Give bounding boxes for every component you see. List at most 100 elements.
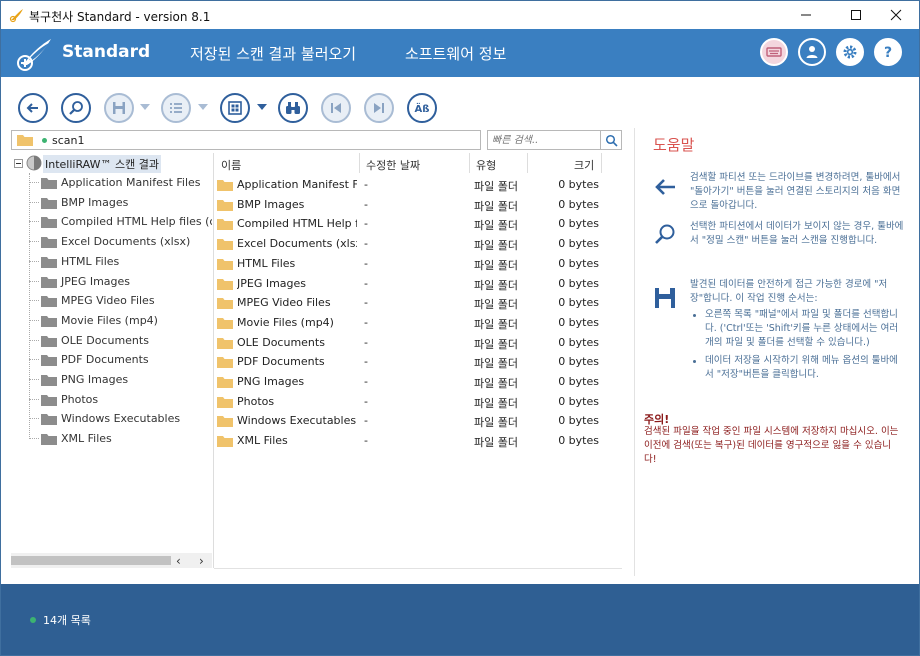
table-row[interactable]: Application Manifest Files- 파일 폴더 0 bytes <box>214 175 622 194</box>
scroll-left-icon[interactable]: ‹ <box>176 554 181 568</box>
nav-software-info[interactable]: 소프트웨어 정보 <box>405 43 506 64</box>
tree-item[interactable]: Compiled HTML Help files (chm) <box>29 212 212 231</box>
tree-item[interactable]: BMP Images <box>29 193 212 212</box>
help-back-block: 검색할 파티션 또는 드라이브를 변경하려면, 툴바에서 "돌아가기" 버튼을 … <box>653 171 905 211</box>
row-date: - <box>364 276 368 290</box>
tree-item-label: Compiled HTML Help files (chm) <box>61 215 212 229</box>
tree-item[interactable]: HTML Files <box>29 252 212 271</box>
tree-item[interactable]: Windows Executables <box>29 409 212 428</box>
folder-icon <box>217 317 233 329</box>
save-button[interactable] <box>104 93 134 123</box>
status-bar: 14개 목록 <box>1 584 919 655</box>
next-button[interactable] <box>364 93 394 123</box>
help-scan-text: 선택한 파티션에서 데이터가 보이지 않는 경우, 툴바에서 "정밀 스캔" 버… <box>690 221 904 246</box>
help-save-steps: 오른쪽 목록 "패널"에서 파일 및 폴더를 선택합니다. ('Ctrl'또는 … <box>693 308 905 386</box>
quick-search-input[interactable] <box>487 130 601 150</box>
column-name[interactable]: 이름 <box>221 157 241 173</box>
tree-item-label: MPEG Video Files <box>61 294 155 308</box>
collapse-toggle[interactable] <box>14 159 23 168</box>
row-date: - <box>364 375 368 388</box>
table-row[interactable]: Compiled HTML Help fil...- 파일 폴더 0 bytes <box>214 214 622 233</box>
back-button[interactable] <box>18 93 48 123</box>
column-date[interactable]: 수정한 날짜 <box>366 157 420 173</box>
row-type: 파일 폴더 <box>474 258 518 272</box>
table-row[interactable]: HTML Files - 파일 폴더 0 bytes <box>214 254 622 273</box>
row-size: 0 bytes <box>558 394 599 408</box>
sort-dropdown-caret[interactable] <box>257 104 267 110</box>
folder-icon <box>217 180 233 191</box>
keyboard-icon <box>766 47 782 57</box>
tree-item[interactable]: OLE Documents <box>29 331 212 350</box>
minimize-button[interactable] <box>783 1 829 29</box>
tree-item[interactable]: Application Manifest Files <box>29 173 212 192</box>
tree-item[interactable]: MPEG Video Files <box>29 291 212 310</box>
tree-item[interactable]: JPEG Images <box>29 272 212 291</box>
encoding-button[interactable]: Äß <box>407 93 437 123</box>
keyboard-button[interactable] <box>760 38 788 66</box>
table-row[interactable]: JPEG Images - 파일 폴더 0 bytes <box>214 274 622 293</box>
row-type: 파일 폴더 <box>474 377 518 390</box>
deep-scan-button[interactable] <box>61 93 91 123</box>
row-name: Windows Executables <box>237 414 357 428</box>
grid-view-button[interactable] <box>220 93 250 123</box>
table-row[interactable]: MPEG Video Files - 파일 폴더 0 bytes <box>214 293 622 312</box>
row-name: Application Manifest Files <box>237 178 357 191</box>
folder-icon <box>41 375 57 386</box>
row-type: 파일 폴더 <box>474 219 518 233</box>
window-title: 복구천사 Standard - version 8.1 <box>29 10 211 24</box>
table-row[interactable]: OLE Documents - 파일 폴더 0 bytes <box>214 333 622 352</box>
tree-horizontal-scrollbar[interactable]: ‹ › <box>11 553 212 568</box>
scroll-right-icon[interactable]: › <box>199 554 204 568</box>
row-size: 0 bytes <box>558 276 599 290</box>
find-button[interactable] <box>278 93 308 123</box>
save-icon <box>655 288 675 308</box>
row-name: PDF Documents <box>237 355 325 369</box>
table-row[interactable]: PDF Documents - 파일 폴더 0 bytes <box>214 352 622 371</box>
tree-item[interactable]: PNG Images <box>29 370 212 389</box>
binoculars-icon <box>286 102 300 114</box>
tree-item[interactable]: Movie Files (mp4) <box>29 311 212 330</box>
table-row[interactable]: Photos - 파일 폴더 0 bytes <box>214 392 622 411</box>
tree-root[interactable]: IntelliRAW™ 스캔 결과 <box>11 153 211 173</box>
tree-item[interactable]: Photos <box>29 390 212 409</box>
nav-load-scan[interactable]: 저장된 스캔 결과 불러오기 <box>190 43 356 64</box>
settings-button[interactable] <box>836 38 864 66</box>
column-type[interactable]: 유형 <box>476 157 496 173</box>
folder-icon <box>217 337 233 349</box>
close-button[interactable] <box>873 1 919 29</box>
tree-item-label: Excel Documents (xlsx) <box>61 235 191 249</box>
view-dropdown-caret[interactable] <box>198 104 208 110</box>
table-row[interactable]: Windows Executables - 파일 폴더 0 bytes <box>214 411 622 430</box>
tree-item[interactable]: XML Files <box>29 429 212 448</box>
close-icon <box>890 9 902 21</box>
user-button[interactable] <box>798 38 826 66</box>
row-type: 파일 폴더 <box>474 317 518 331</box>
list-view-button[interactable] <box>161 93 191 123</box>
previous-button[interactable] <box>321 93 351 123</box>
row-size: 0 bytes <box>558 414 599 428</box>
row-date: - <box>364 178 368 191</box>
tree-item-label: Photos <box>61 392 99 406</box>
folder-icon <box>41 434 57 446</box>
row-size: 0 bytes <box>558 434 599 448</box>
help-button[interactable]: ? <box>874 38 902 66</box>
table-row[interactable]: BMP Images - 파일 폴더 0 bytes <box>214 195 622 214</box>
folder-icon <box>41 237 57 249</box>
table-row[interactable]: Excel Documents (xlsx) - 파일 폴더 0 bytes <box>214 234 622 253</box>
scrollbar-thumb[interactable] <box>11 556 171 565</box>
folder-icon <box>217 278 233 290</box>
column-size[interactable]: 크기 <box>574 157 594 173</box>
tree-item[interactable]: PDF Documents <box>29 350 212 369</box>
folder-icon <box>217 357 233 369</box>
row-size: 0 bytes <box>558 217 599 231</box>
row-date: - <box>364 217 368 231</box>
search-button[interactable] <box>601 130 622 150</box>
path-bar: scan1 <box>11 130 481 150</box>
folder-icon <box>41 414 57 426</box>
tree-item[interactable]: Excel Documents (xlsx) <box>29 232 212 251</box>
minimize-icon <box>801 14 811 16</box>
table-row[interactable]: XML Files - 파일 폴더 0 bytes <box>214 431 622 450</box>
table-row[interactable]: PNG Images - 파일 폴더 0 bytes <box>214 372 622 391</box>
save-dropdown-caret[interactable] <box>140 104 150 110</box>
table-row[interactable]: Movie Files (mp4) - 파일 폴더 0 bytes <box>214 313 622 332</box>
